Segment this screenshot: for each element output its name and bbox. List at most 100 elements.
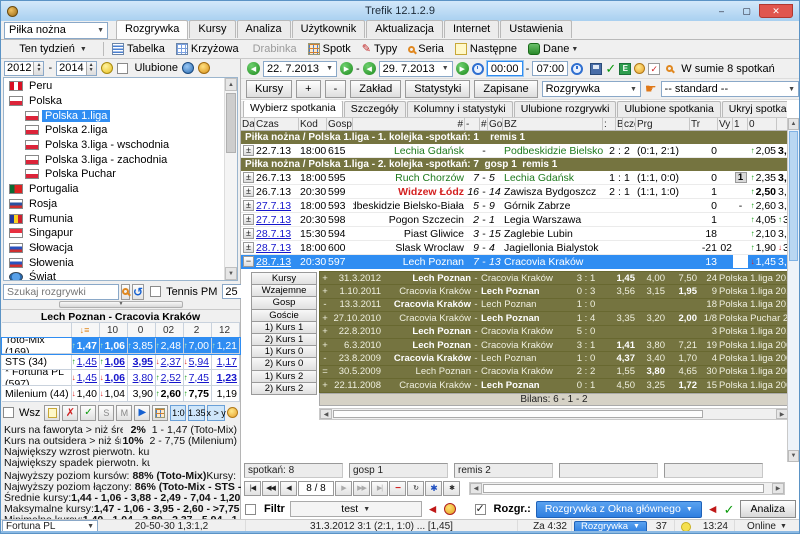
expand-button[interactable]: ± bbox=[243, 242, 254, 253]
match-row[interactable]: ±27.7.1320:30598Pogon Szczecin2-1Legia W… bbox=[241, 213, 789, 227]
tree-item-polska-3-liga-wschodnia[interactable]: Polska 3.liga - wschodnia bbox=[4, 138, 237, 153]
match-row[interactable]: ±27.7.1318:00593Podbeskidzie Bielsko-Bia… bbox=[241, 199, 789, 213]
delete-button[interactable]: ✗ bbox=[62, 405, 78, 421]
history-row[interactable]: +22.8.2010Lech Poznan-Cracovia Kraków5 :… bbox=[320, 326, 788, 339]
subtab-wybierz-spotkania[interactable]: Wybierz spotkania bbox=[243, 101, 343, 117]
rozgrywka-window-select[interactable]: Rozgrywka z Okna głównego ▼ bbox=[536, 501, 702, 518]
column-header-1[interactable]: 1 bbox=[733, 118, 748, 130]
excel-icon[interactable]: E bbox=[619, 63, 631, 75]
date-to-prev-button[interactable]: ◀ bbox=[363, 62, 376, 75]
ball-icon[interactable] bbox=[101, 62, 113, 74]
date-to-next-button[interactable]: ▶ bbox=[456, 62, 469, 75]
rozgr-checkbox[interactable] bbox=[475, 504, 486, 515]
bookmaker-label[interactable]: Milenium (44) bbox=[2, 386, 72, 401]
tabelka-button[interactable]: Tabelka bbox=[112, 43, 165, 55]
scroll-down-icon[interactable]: ▼ bbox=[225, 267, 237, 280]
history-row[interactable]: =30.5.2009Lech Poznan-Cracovia Kraków2 :… bbox=[320, 366, 788, 379]
odds-value[interactable]: 3,95 bbox=[128, 354, 156, 369]
date-to-select[interactable]: 29. 7.2013 ▼ bbox=[379, 61, 453, 77]
tab-u-ytkownik[interactable]: Użytkownik bbox=[292, 20, 366, 38]
column-header-item[interactable]: # bbox=[353, 118, 465, 130]
column-header-gosp[interactable]: Gosp bbox=[327, 118, 353, 130]
refresh-button[interactable]: ↺ bbox=[132, 284, 144, 300]
date-from-next-button[interactable]: ▶ bbox=[340, 62, 353, 75]
m-button[interactable]: M bbox=[116, 405, 132, 421]
kursy-button[interactable]: Kursy bbox=[246, 80, 292, 98]
odds-value[interactable]: 1,19 bbox=[212, 386, 240, 401]
apply-arrow-icon[interactable]: ◄ bbox=[707, 502, 719, 516]
odds-column-10[interactable]: 10 bbox=[100, 323, 128, 337]
save-icon[interactable] bbox=[590, 63, 602, 75]
scroll-left-icon[interactable]: ◀ bbox=[320, 409, 332, 419]
prior-page-button[interactable]: ◀◀ bbox=[262, 481, 279, 496]
expand-button[interactable]: ± bbox=[243, 200, 254, 211]
odds-value[interactable]: ↑1,21 bbox=[212, 338, 240, 353]
odds-value[interactable]: 3,80 bbox=[128, 370, 156, 385]
odds-value[interactable]: ↑2,60 bbox=[156, 386, 184, 401]
tree-scrollbar[interactable]: ▲ ▼ bbox=[224, 78, 237, 280]
odds-value[interactable]: ↑7,45 bbox=[184, 370, 212, 385]
odds-value[interactable]: ↑1,47 bbox=[72, 338, 100, 353]
refresh-button[interactable]: ↻ bbox=[407, 481, 424, 496]
column-header-item[interactable]: # bbox=[480, 118, 488, 130]
subtab-ukryj-spotkania[interactable]: Ukryj spotkania bbox=[722, 101, 787, 117]
column-header-vy[interactable]: Vy bbox=[718, 118, 733, 130]
history-tab-2-kurs-2[interactable]: 2) Kurs 2 bbox=[251, 382, 317, 395]
delete-record-button[interactable]: − bbox=[389, 481, 406, 496]
tab-ustawienia[interactable]: Ustawienia bbox=[500, 20, 572, 38]
tree-item-polska[interactable]: Polska bbox=[4, 94, 237, 109]
coins-icon[interactable] bbox=[198, 62, 210, 74]
tree-item-s-owenia[interactable]: Słowenia bbox=[4, 255, 237, 270]
search-input[interactable] bbox=[3, 284, 119, 300]
bulb-icon[interactable] bbox=[634, 63, 645, 74]
krzy-owa-button[interactable]: Krzyżowa bbox=[176, 43, 239, 55]
pointing-hand-icon[interactable]: ☛ bbox=[645, 81, 657, 97]
clock-icon[interactable] bbox=[571, 63, 583, 75]
odds-value[interactable]: ↑2,52 bbox=[156, 370, 184, 385]
expand-button[interactable]: − bbox=[243, 256, 254, 267]
typy-button[interactable]: ✎Typy bbox=[362, 43, 397, 55]
subtab-ulubione-rozgrywki[interactable]: Ulubione rozgrywki bbox=[514, 101, 617, 117]
standard-select[interactable]: -- standard -- ▼ bbox=[661, 81, 799, 97]
confirm-check-icon[interactable]: ✓ bbox=[724, 503, 735, 516]
column-header-kod[interactable]: Kod bbox=[299, 118, 327, 130]
history-row[interactable]: +31.3.2012Lech Poznan-Cracovia Kraków3 :… bbox=[320, 272, 788, 285]
splitter-handle[interactable]: ▼ bbox=[59, 301, 183, 308]
match-row[interactable]: ±28.7.1315:30594Piast Gliwice3-15Zaglebi… bbox=[241, 227, 789, 241]
calendar-check-icon[interactable]: ✓ bbox=[648, 63, 660, 75]
new-note-button[interactable] bbox=[44, 405, 60, 421]
apply-check-icon[interactable]: ✓ bbox=[605, 62, 616, 75]
odds-value[interactable]: ↑1,06 bbox=[100, 338, 128, 353]
odds-column-2[interactable]: 2 bbox=[184, 323, 212, 337]
history-row[interactable]: +6.3.2010Lech Poznan-Cracovia Kraków3 : … bbox=[320, 339, 788, 352]
year-from-spinner[interactable]: 2012 ▲▼ bbox=[4, 61, 44, 76]
first-record-button[interactable]: |◀ bbox=[244, 481, 261, 496]
tab-analiza[interactable]: Analiza bbox=[237, 20, 291, 38]
date-from-select[interactable]: 22. 7.2013 ▼ bbox=[263, 61, 337, 77]
spinner-arrows-icon[interactable]: ▲▼ bbox=[86, 62, 96, 75]
history-row[interactable]: -23.8.2009Cracovia Kraków-Lech Poznan1 :… bbox=[320, 352, 788, 365]
spotk-button[interactable]: Spotk bbox=[308, 43, 351, 55]
match-row[interactable]: ±22.7.1318:00615Lechia Gdańsk-Podbeskidz… bbox=[241, 144, 789, 158]
last-record-button[interactable]: ▶| bbox=[371, 481, 388, 496]
tab-internet[interactable]: Internet bbox=[444, 20, 499, 38]
tennis-pm-checkbox[interactable] bbox=[150, 286, 161, 297]
sport-select[interactable]: Piłka nożna ▼ bbox=[4, 22, 108, 39]
insert-record-button[interactable]: ✱ bbox=[425, 481, 442, 496]
post-record-button[interactable]: ✱ bbox=[443, 481, 460, 496]
item-button[interactable]: + bbox=[296, 80, 320, 98]
bookmaker-label[interactable]: Toto-Mix (169) bbox=[2, 338, 72, 353]
apply-filter-arrow-icon[interactable]: ◄ bbox=[427, 502, 439, 516]
column-header-czas[interactable]: Czas bbox=[255, 118, 299, 130]
next-page-button[interactable]: ▶▶ bbox=[353, 481, 370, 496]
odds-value[interactable]: ↓5,94 bbox=[184, 354, 212, 369]
odds-value[interactable]: ↑3,85 bbox=[128, 338, 156, 353]
wsz-checkbox[interactable] bbox=[3, 407, 14, 418]
column-header-item[interactable]: : bbox=[603, 118, 616, 130]
odds-value[interactable]: ↓2,37 bbox=[156, 354, 184, 369]
tree-item-polska-puchar[interactable]: Polska Puchar bbox=[4, 167, 237, 182]
odds-value[interactable]: 3,90 bbox=[128, 386, 156, 401]
scroll-right-icon[interactable]: ▶ bbox=[772, 483, 784, 494]
filter-preset-select[interactable]: test ▼ bbox=[290, 501, 422, 517]
rozgrywka-select[interactable]: Rozgrywka ▼ bbox=[542, 81, 641, 97]
